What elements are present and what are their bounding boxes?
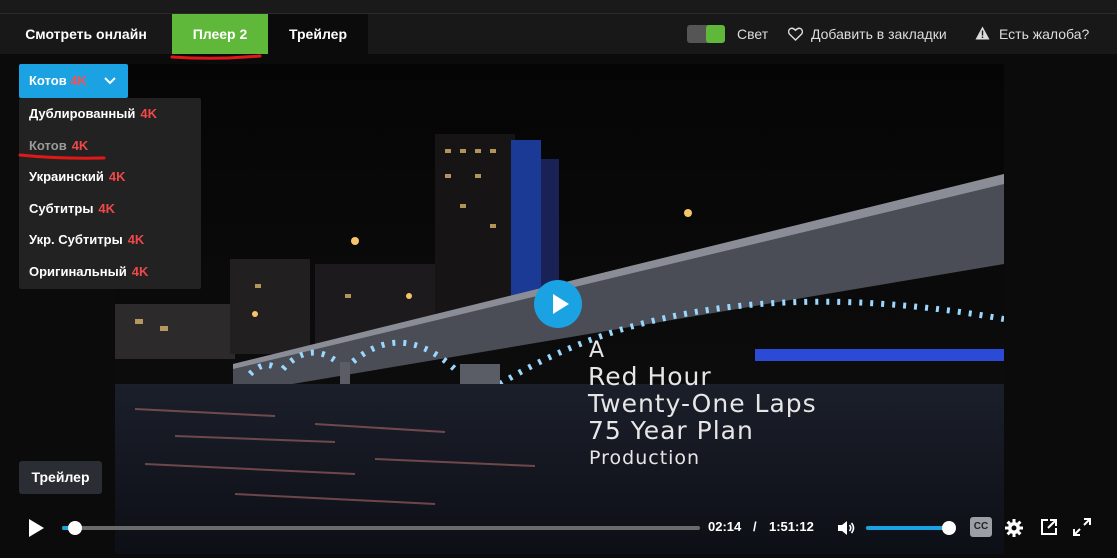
cc-icon[interactable]: CC [970,517,992,537]
volume-icon[interactable] [836,518,856,538]
seek-handle[interactable] [67,521,82,535]
tab-trailer[interactable]: Трейлер [268,14,368,54]
video-caption-a: A [589,338,606,363]
seek-bar[interactable] [62,521,700,535]
fullscreen-icon[interactable] [1073,518,1091,536]
current-time: 02:14 [708,519,742,534]
annotation-underline [170,54,262,60]
tab-watch-online[interactable]: Смотреть онлайн [0,14,172,54]
heart-icon[interactable] [788,27,803,41]
voice-option-ukr-subtitles[interactable]: Укр. Субтитры 4K [29,224,144,256]
tab-player-2[interactable]: Плеер 2 [172,14,268,54]
volume-slider[interactable] [866,521,956,535]
top-strip [0,0,1117,14]
volume-fill [866,526,949,530]
video-caption-line-3: 75 Year Plan [588,416,754,445]
popout-icon[interactable] [1040,518,1058,536]
voice-option-ukrainian[interactable]: Украинский 4K [29,161,125,193]
play-button[interactable] [27,518,45,538]
video-caption-line-2: Twenty-One Laps [588,389,817,418]
light-toggle[interactable] [687,25,725,43]
gear-icon[interactable] [1004,518,1024,538]
chevron-down-icon [104,77,116,85]
voice-dropdown-menu: Дублированный 4K Котов 4K Украинский 4K Суб… [19,98,201,289]
voice-select-button[interactable]: Котов 4K [19,64,128,98]
time-separator: / [753,519,757,534]
video-caption-production: Production [589,447,701,469]
big-play-button[interactable] [534,280,582,328]
voice-option-dubbed[interactable]: Дублированный 4K [29,98,157,130]
annotation-underline-voice [18,153,106,160]
play-icon [29,519,44,537]
toggle-knob [706,25,725,43]
volume-handle[interactable] [941,521,956,535]
player-tabs-bar: Смотреть онлайн Плеер 2 Трейлер Свет Доб… [0,14,1117,54]
play-icon [553,294,569,314]
video-caption-line-1: Red Hour [588,362,712,391]
voice-option-subtitles[interactable]: Субтитры 4K [29,193,115,225]
complaint-link[interactable]: Есть жалоба? [999,14,1089,54]
voice-option-original[interactable]: Оригинальный 4K [29,256,148,288]
light-label: Свет [737,26,769,42]
bookmark-link[interactable]: Добавить в закладки [811,14,947,54]
duration: 1:51:12 [769,519,814,534]
warning-icon[interactable] [975,26,990,40]
voice-select-label: Котов 4K [29,73,87,88]
trailer-chip-button[interactable]: Трейлер [19,461,102,494]
